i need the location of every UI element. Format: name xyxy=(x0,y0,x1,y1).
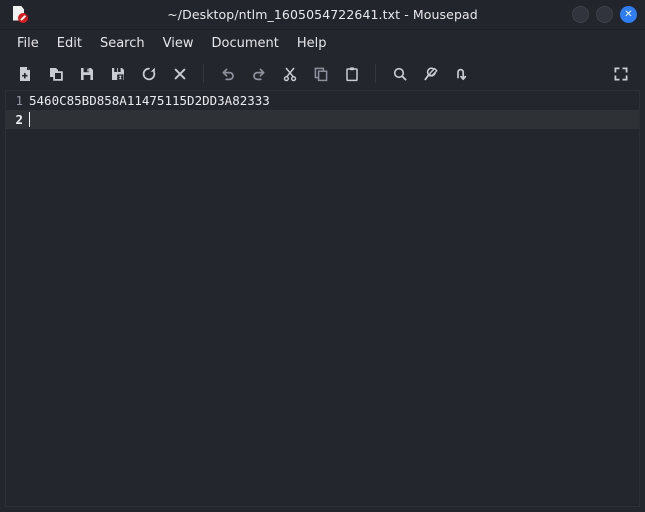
window-controls: ✕ xyxy=(572,6,637,23)
line-text[interactable]: 5460C85BD858A11475115D2DD3A82333 xyxy=(28,91,270,110)
fullscreen-icon[interactable] xyxy=(605,60,636,87)
cut-icon[interactable] xyxy=(274,60,305,87)
titlebar: ~/Desktop/ntlm_1605054722641.txt - Mouse… xyxy=(0,0,645,30)
redo-icon[interactable] xyxy=(243,60,274,87)
editor-area[interactable]: 1 5460C85BD858A11475115D2DD3A82333 2 xyxy=(5,90,640,507)
mousepad-window: ~/Desktop/ntlm_1605054722641.txt - Mouse… xyxy=(0,0,645,512)
menu-edit[interactable]: Edit xyxy=(48,33,91,54)
menubar: File Edit Search View Document Help xyxy=(0,30,645,57)
editor-line[interactable]: 1 5460C85BD858A11475115D2DD3A82333 xyxy=(6,91,639,110)
editor-line[interactable]: 2 xyxy=(6,110,639,129)
line-text[interactable] xyxy=(28,110,30,129)
line-number: 1 xyxy=(15,93,23,108)
toolbar-separator-2 xyxy=(375,64,376,83)
window-title: ~/Desktop/ntlm_1605054722641.txt - Mouse… xyxy=(167,7,478,22)
reload-icon[interactable] xyxy=(133,60,164,87)
go-to-line-icon[interactable] xyxy=(446,60,477,87)
menu-view[interactable]: View xyxy=(154,33,203,54)
undo-icon[interactable] xyxy=(212,60,243,87)
text-editor[interactable]: 1 5460C85BD858A11475115D2DD3A82333 2 xyxy=(6,91,639,506)
find-replace-icon[interactable] xyxy=(415,60,446,87)
document-edit-icon xyxy=(8,4,32,26)
save-as-icon[interactable] xyxy=(102,60,133,87)
save-icon[interactable] xyxy=(71,60,102,87)
close-button[interactable]: ✕ xyxy=(620,6,637,23)
line-number: 2 xyxy=(15,112,23,127)
open-document-icon[interactable] xyxy=(40,60,71,87)
toolbar-separator-1 xyxy=(203,64,204,83)
paste-icon[interactable] xyxy=(336,60,367,87)
menu-help[interactable]: Help xyxy=(288,33,336,54)
menu-document[interactable]: Document xyxy=(202,33,287,54)
copy-icon[interactable] xyxy=(305,60,336,87)
menu-search[interactable]: Search xyxy=(91,33,154,54)
menu-file[interactable]: File xyxy=(8,33,48,54)
maximize-button[interactable] xyxy=(596,6,613,23)
search-icon[interactable] xyxy=(384,60,415,87)
new-document-icon[interactable] xyxy=(9,60,40,87)
minimize-button[interactable] xyxy=(572,6,589,23)
toolbar xyxy=(0,57,645,90)
close-document-icon[interactable] xyxy=(164,60,195,87)
text-caret xyxy=(29,112,30,127)
